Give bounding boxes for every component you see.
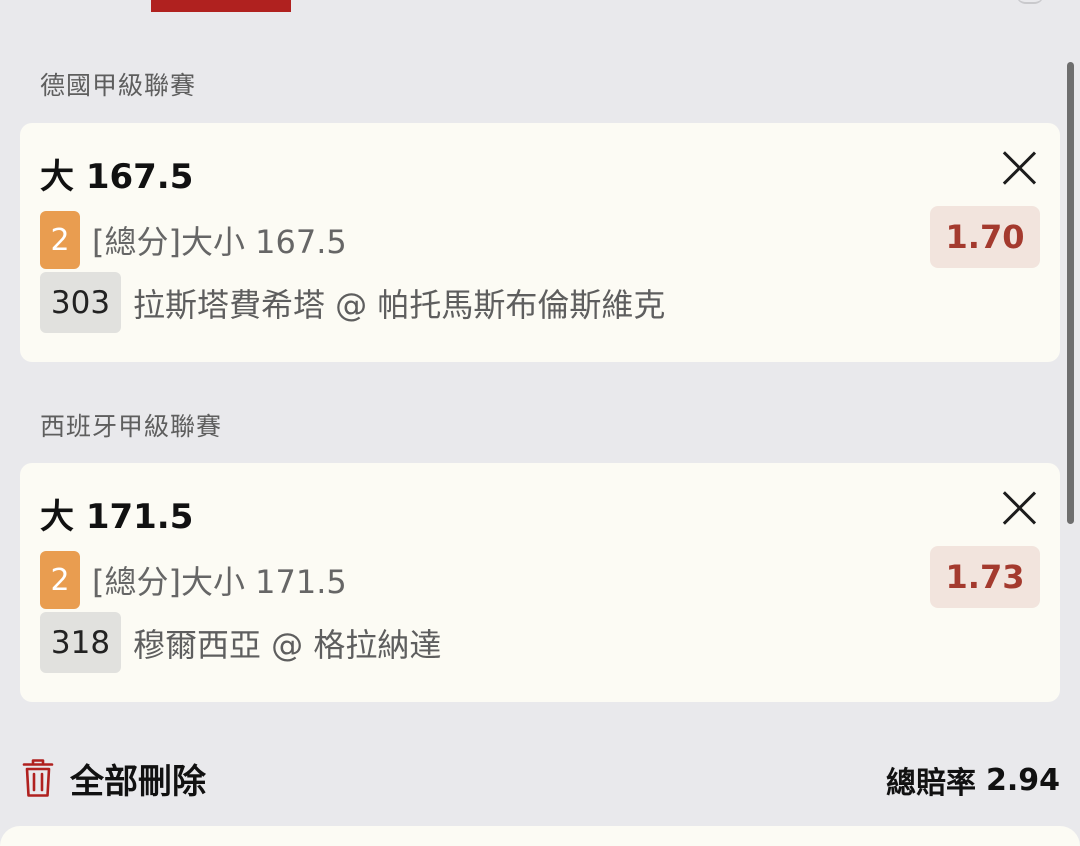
close-icon[interactable] [1000, 149, 1038, 187]
match-name: 穆爾西亞 @ 格拉納達 [133, 625, 442, 664]
close-icon[interactable] [1000, 489, 1038, 527]
total-odds-value: 2.94 [985, 762, 1060, 798]
parlay-count-badge: 2 [40, 551, 80, 609]
match-name: 拉斯塔費希塔 @ 帕托馬斯布倫斯維克 [133, 285, 666, 324]
bet-market-label: [總分]大小 167.5 [92, 223, 347, 261]
bottom-panel [0, 826, 1080, 846]
trash-icon [22, 759, 54, 797]
match-row: 303 拉斯塔費希塔 @ 帕托馬斯布倫斯維克 [40, 272, 665, 333]
bet-slip-footer: 全部刪除 總賠率 2.94 [0, 740, 1080, 816]
scrollbar[interactable] [1067, 62, 1074, 524]
top-corner-control [1016, 0, 1044, 4]
total-odds-label: 總賠率 [885, 766, 976, 801]
league-title: 德國甲級聯賽 [40, 71, 197, 100]
bet-type-row: 2 [總分]大小 171.5 [40, 551, 347, 609]
match-code-badge: 318 [40, 612, 121, 673]
odds-button[interactable]: 1.73 [930, 546, 1040, 608]
clear-all-button[interactable]: 全部刪除 [22, 756, 206, 802]
bet-slip-screen: 德國甲級聯賽 大 167.5 2 [總分]大小 167.5 1.70 303 拉… [0, 0, 1080, 846]
league-title: 西班牙甲級聯賽 [40, 412, 223, 441]
bet-market-label: [總分]大小 171.5 [92, 563, 347, 601]
bet-card: 大 171.5 2 [總分]大小 171.5 1.73 318 穆爾西亞 @ 格… [20, 463, 1060, 702]
total-odds: 總賠率 2.94 [885, 760, 1060, 802]
clear-all-label: 全部刪除 [70, 761, 206, 802]
bet-type-row: 2 [總分]大小 167.5 [40, 211, 347, 269]
match-code-badge: 303 [40, 272, 121, 333]
bet-selection-title: 大 167.5 [40, 157, 194, 197]
active-tab-indicator [151, 0, 291, 12]
match-row: 318 穆爾西亞 @ 格拉納達 [40, 612, 441, 673]
bet-card: 大 167.5 2 [總分]大小 167.5 1.70 303 拉斯塔費希塔 @… [20, 123, 1060, 362]
parlay-count-badge: 2 [40, 211, 80, 269]
odds-button[interactable]: 1.70 [930, 206, 1040, 268]
bet-selection-title: 大 171.5 [40, 497, 194, 537]
